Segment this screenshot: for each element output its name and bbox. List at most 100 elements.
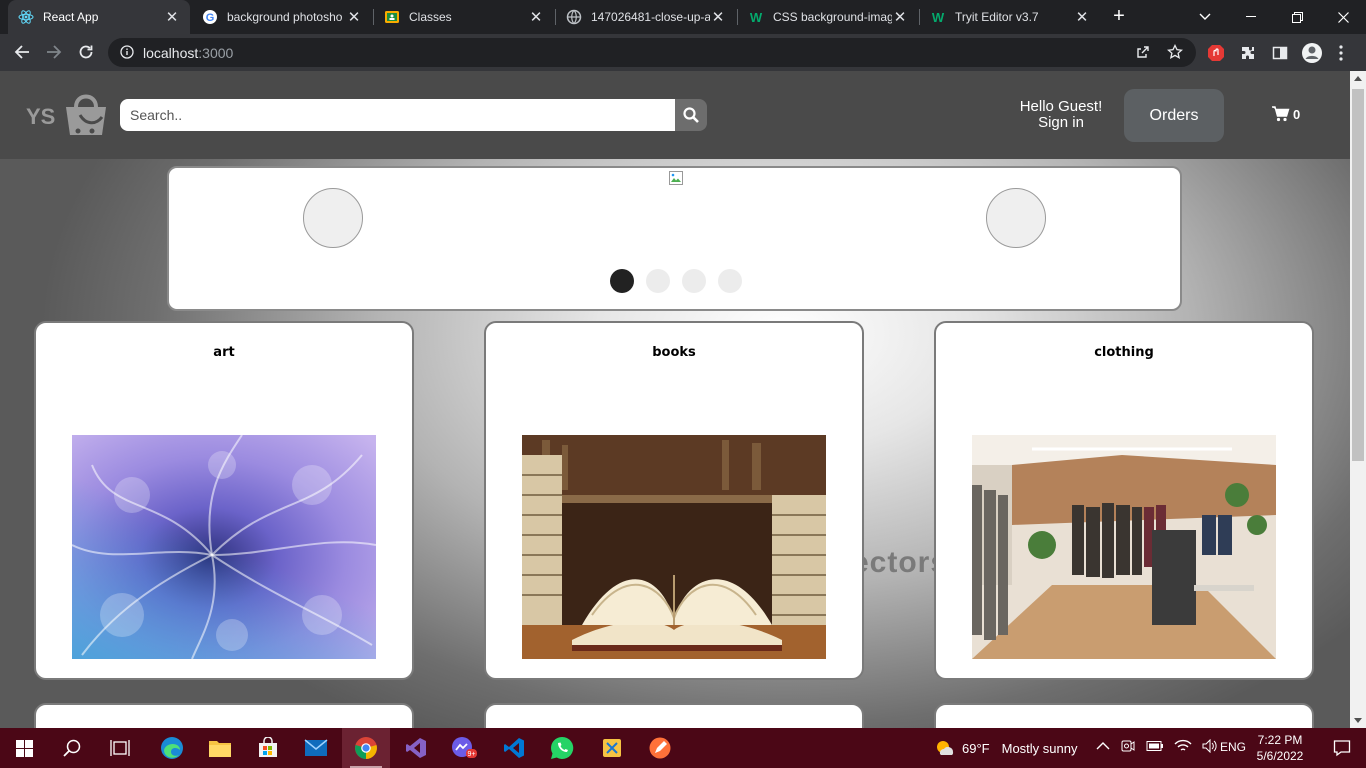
carousel-dot-4[interactable] — [718, 269, 742, 293]
close-icon[interactable]: ✕ — [164, 8, 180, 26]
search-taskbar-button[interactable] — [48, 728, 96, 768]
close-window-button[interactable] — [1320, 0, 1366, 34]
scrollbar-thumb[interactable] — [1352, 89, 1364, 461]
taskbar: 9+ 69°F Mostly sunny ENG 7:22 PM 5/6/202… — [0, 728, 1366, 768]
cart-count: 0 — [1293, 106, 1301, 122]
weather-widget[interactable]: 69°F Mostly sunny — [934, 739, 1077, 757]
cart-button[interactable]: 0 — [1272, 106, 1300, 122]
file-explorer-app[interactable] — [196, 728, 244, 768]
chrome-app[interactable] — [342, 728, 390, 768]
url-text: localhost:3000 — [143, 45, 234, 61]
category-card-clothing[interactable]: clothing — [934, 321, 1314, 680]
search-input[interactable] — [120, 99, 675, 131]
art-image — [72, 435, 376, 659]
address-bar[interactable]: localhost:3000 — [108, 38, 1196, 67]
carousel-dot-2[interactable] — [646, 269, 670, 293]
tab-title: CSS background-imag — [773, 10, 892, 24]
store-app[interactable] — [244, 728, 292, 768]
carousel-dot-3[interactable] — [682, 269, 706, 293]
vscode-app[interactable] — [490, 728, 538, 768]
task-view-icon — [110, 740, 130, 756]
messenger-app[interactable]: 9+ — [440, 728, 488, 768]
tab-classes[interactable]: Classes ✕ — [374, 0, 554, 34]
chrome-icon — [355, 737, 377, 759]
notifications-button[interactable] — [1318, 728, 1366, 768]
tab-title: React App — [43, 10, 99, 24]
menu-dots-icon[interactable] — [1330, 42, 1352, 64]
forward-button[interactable] — [42, 40, 66, 64]
close-icon[interactable]: ✕ — [528, 8, 544, 26]
clock-date: 5/6/2022 — [1256, 749, 1304, 763]
category-card-books[interactable]: books — [484, 321, 864, 680]
language-indicator[interactable]: ENG — [1220, 740, 1246, 754]
classroom-icon — [384, 9, 400, 25]
carousel-next-button[interactable] — [986, 188, 1046, 248]
adblock-icon[interactable] — [1205, 42, 1227, 64]
search-icon — [683, 107, 699, 123]
category-card-row2-3[interactable] — [934, 703, 1314, 728]
close-icon[interactable]: ✕ — [1074, 8, 1090, 26]
start-button[interactable] — [0, 728, 48, 768]
weather-desc: Mostly sunny — [1001, 740, 1078, 756]
carousel-prev-button[interactable] — [303, 188, 363, 248]
visual-studio-icon — [406, 738, 426, 758]
scroll-up-icon[interactable] — [1354, 76, 1362, 81]
carousel-dot-1[interactable] — [610, 269, 634, 293]
tab-css-background[interactable]: W CSS background-imag ✕ — [738, 0, 918, 34]
minimize-button[interactable] — [1228, 0, 1274, 34]
google-icon: G — [202, 9, 218, 25]
category-card-row2-2[interactable] — [484, 703, 864, 728]
reload-button[interactable] — [74, 40, 98, 64]
whatsapp-icon — [551, 736, 574, 759]
mail-app[interactable] — [292, 728, 340, 768]
edge-app[interactable] — [148, 728, 196, 768]
bookmark-star-icon[interactable] — [1164, 41, 1186, 63]
whatsapp-app[interactable] — [538, 728, 586, 768]
mail-icon — [304, 739, 328, 756]
task-view-button[interactable] — [96, 728, 144, 768]
category-card-row2-1[interactable] — [34, 703, 414, 728]
tab-image[interactable]: 147026481-close-up-a ✕ — [556, 0, 736, 34]
tab-tryit-editor[interactable]: W Tryit Editor v3.7 ✕ — [920, 0, 1100, 34]
volume-icon[interactable] — [1202, 739, 1218, 753]
category-card-art[interactable]: art — [34, 321, 414, 680]
close-icon[interactable]: ✕ — [346, 8, 362, 26]
tab-search-button[interactable] — [1182, 0, 1228, 34]
close-icon[interactable]: ✕ — [892, 8, 908, 26]
page-scrollbar[interactable] — [1350, 71, 1366, 728]
back-button[interactable] — [10, 40, 34, 64]
restore-button[interactable] — [1274, 0, 1320, 34]
clock-time: 7:22 PM — [1257, 733, 1303, 747]
orders-button[interactable]: Orders — [1124, 89, 1224, 142]
arrow-left-icon — [14, 45, 29, 59]
chevron-up-icon[interactable] — [1096, 741, 1110, 751]
new-tab-button[interactable]: + — [1107, 5, 1131, 29]
snip-tool-app[interactable] — [588, 728, 636, 768]
restore-icon — [1291, 11, 1303, 23]
site-logo[interactable]: YS — [24, 81, 116, 139]
extensions-icon[interactable] — [1237, 42, 1259, 64]
search-button[interactable] — [675, 99, 707, 131]
category-name: clothing — [1094, 345, 1154, 360]
share-icon[interactable] — [1132, 41, 1154, 63]
scroll-down-icon[interactable] — [1354, 718, 1362, 723]
info-icon[interactable] — [120, 45, 134, 64]
side-panel-icon[interactable] — [1269, 42, 1291, 64]
globe-icon — [566, 9, 582, 25]
clock[interactable]: 7:22 PM 5/6/2022 — [1252, 732, 1308, 764]
camera-icon[interactable] — [1120, 738, 1136, 754]
visual-studio-app[interactable] — [392, 728, 440, 768]
tab-google-search[interactable]: G background photosho ✕ — [192, 0, 372, 34]
profile-avatar-icon[interactable] — [1301, 42, 1323, 64]
sign-in-link[interactable]: Hello Guest! Sign in — [1010, 99, 1112, 131]
tab-react-app[interactable]: React App ✕ — [8, 0, 190, 34]
wifi-icon[interactable] — [1174, 739, 1192, 753]
arrow-right-icon — [47, 45, 62, 59]
paint-app[interactable] — [636, 728, 684, 768]
svg-text:YS: YS — [26, 104, 55, 129]
react-icon — [18, 9, 34, 25]
battery-icon[interactable] — [1146, 740, 1164, 752]
close-icon[interactable]: ✕ — [710, 8, 726, 26]
store-icon — [259, 737, 277, 757]
chevron-down-icon — [1199, 13, 1211, 20]
